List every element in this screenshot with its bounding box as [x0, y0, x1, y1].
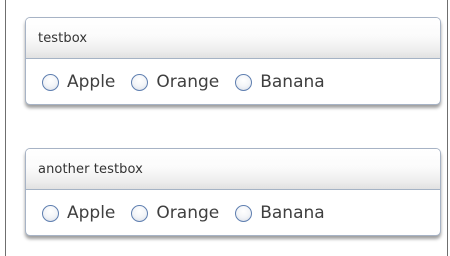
radio-option-label: Orange: [156, 72, 220, 92]
radio-option-orange[interactable]: Orange: [131, 72, 219, 92]
radio-option-label: Banana: [260, 72, 325, 92]
radio-button-icon[interactable]: [235, 73, 253, 91]
fieldset-legend: testbox: [26, 18, 440, 59]
fieldset-another-testbox: another testbox Apple Orange Banana: [25, 148, 441, 236]
radio-button-icon[interactable]: [42, 73, 59, 91]
radio-option-label: Orange: [156, 203, 220, 223]
radio-button-icon[interactable]: [235, 204, 253, 222]
radio-button-icon[interactable]: [131, 73, 149, 91]
radio-button-icon[interactable]: [131, 204, 149, 222]
radio-group: Apple Orange Banana: [26, 190, 440, 235]
radio-group: Apple Orange Banana: [26, 59, 440, 104]
frame-right-border: [447, 0, 448, 256]
radio-option-banana[interactable]: Banana: [235, 203, 325, 223]
radio-option-label: Apple: [67, 72, 116, 92]
fieldset-legend-label: testbox: [38, 30, 88, 46]
fieldset-legend: another testbox: [26, 149, 440, 190]
fieldset-testbox: testbox Apple Orange Banana: [25, 17, 441, 105]
radio-option-apple[interactable]: Apple: [42, 203, 115, 223]
fieldset-legend-label: another testbox: [38, 161, 143, 177]
radio-option-apple[interactable]: Apple: [42, 72, 115, 92]
radio-button-icon[interactable]: [42, 204, 59, 222]
radio-option-label: Apple: [67, 203, 116, 223]
radio-option-orange[interactable]: Orange: [131, 203, 219, 223]
radio-option-label: Banana: [260, 203, 325, 223]
radio-option-banana[interactable]: Banana: [235, 72, 325, 92]
frame-left-border: [5, 0, 6, 256]
